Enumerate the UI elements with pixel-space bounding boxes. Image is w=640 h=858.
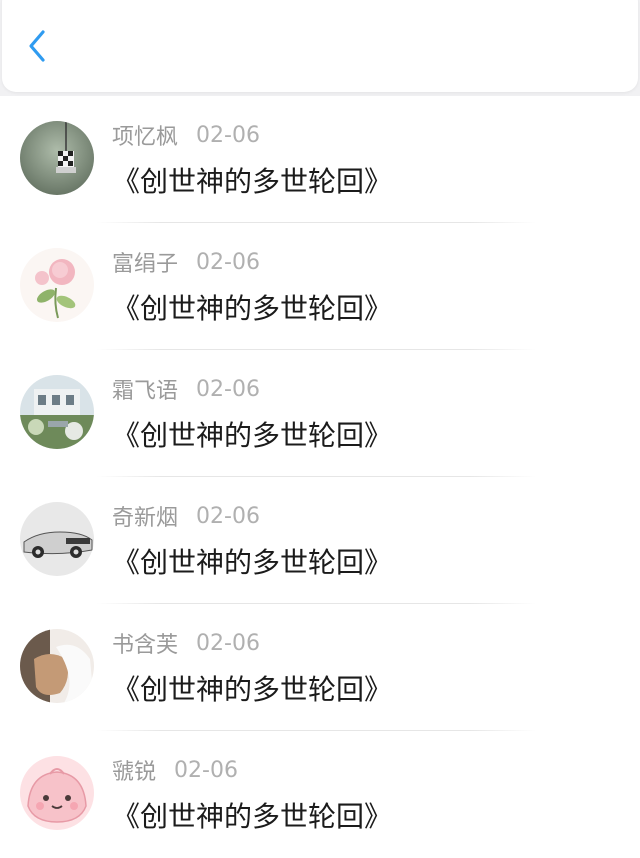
book-title[interactable]: 《创世神的多世轮回》 bbox=[112, 414, 392, 454]
comment-date: 02-06 bbox=[196, 503, 260, 529]
user-name[interactable]: 霜飞语 bbox=[112, 373, 178, 405]
back-button[interactable] bbox=[20, 26, 54, 66]
comment-date: 02-06 bbox=[196, 630, 260, 656]
avatar[interactable] bbox=[20, 121, 94, 195]
list-item[interactable]: 富绢子 02-06 《创世神的多世轮回》 bbox=[0, 223, 640, 350]
book-title[interactable]: 《创世神的多世轮回》 bbox=[112, 541, 392, 581]
user-name[interactable]: 项忆枫 bbox=[112, 119, 178, 151]
header-card bbox=[2, 0, 638, 92]
comment-date: 02-06 bbox=[196, 376, 260, 402]
book-title[interactable]: 《创世神的多世轮回》 bbox=[112, 795, 392, 835]
list-item[interactable]: 虢锐 02-06 《创世神的多世轮回》 bbox=[0, 731, 640, 858]
avatar[interactable] bbox=[20, 756, 94, 830]
avatar[interactable] bbox=[20, 248, 94, 322]
comment-date: 02-06 bbox=[196, 249, 260, 275]
chevron-left-icon bbox=[29, 30, 45, 62]
comment-meta: 奇新烟 02-06 bbox=[112, 500, 260, 532]
list-item[interactable]: 项忆枫 02-06 《创世神的多世轮回》 bbox=[0, 96, 640, 223]
comment-date: 02-06 bbox=[196, 122, 260, 148]
book-title[interactable]: 《创世神的多世轮回》 bbox=[112, 160, 392, 200]
book-title[interactable]: 《创世神的多世轮回》 bbox=[112, 668, 392, 708]
comment-meta: 霜飞语 02-06 bbox=[112, 373, 260, 405]
avatar[interactable] bbox=[20, 629, 94, 703]
user-name[interactable]: 富绢子 bbox=[112, 246, 178, 278]
user-name[interactable]: 书含芙 bbox=[112, 627, 178, 659]
top-bar bbox=[0, 0, 640, 96]
comment-date: 02-06 bbox=[174, 757, 238, 783]
avatar[interactable] bbox=[20, 375, 94, 449]
list-item[interactable]: 书含芙 02-06 《创世神的多世轮回》 bbox=[0, 604, 640, 731]
book-title[interactable]: 《创世神的多世轮回》 bbox=[112, 287, 392, 327]
comment-meta: 富绢子 02-06 bbox=[112, 246, 260, 278]
list-item[interactable]: 奇新烟 02-06 《创世神的多世轮回》 bbox=[0, 477, 640, 604]
avatar[interactable] bbox=[20, 502, 94, 576]
comment-list: 项忆枫 02-06 《创世神的多世轮回》 富绢子 02-06 《创世神的多世轮回… bbox=[0, 96, 640, 858]
user-name[interactable]: 奇新烟 bbox=[112, 500, 178, 532]
comment-meta: 项忆枫 02-06 bbox=[112, 119, 260, 151]
comment-meta: 虢锐 02-06 bbox=[112, 754, 238, 786]
comment-meta: 书含芙 02-06 bbox=[112, 627, 260, 659]
user-name[interactable]: 虢锐 bbox=[112, 754, 156, 786]
list-item[interactable]: 霜飞语 02-06 《创世神的多世轮回》 bbox=[0, 350, 640, 477]
